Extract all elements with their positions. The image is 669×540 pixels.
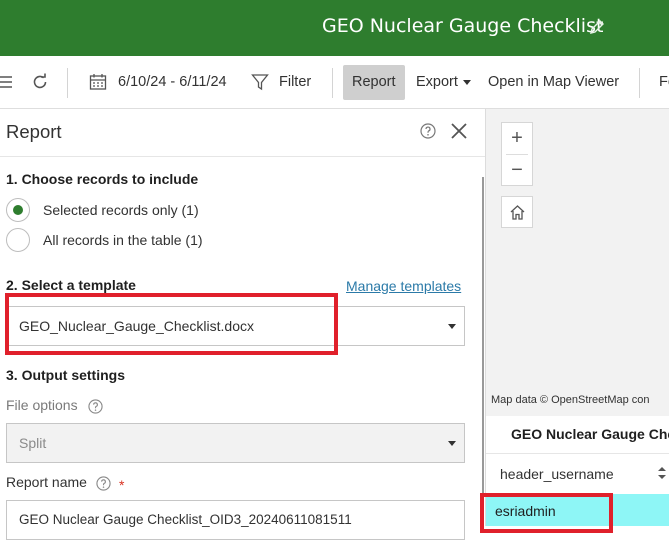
caret-down-icon bbox=[462, 79, 471, 85]
pencil-icon[interactable] bbox=[588, 18, 606, 36]
calendar-icon[interactable] bbox=[89, 73, 107, 91]
file-options-label: File options bbox=[6, 397, 78, 413]
column-header-label[interactable]: header_username bbox=[500, 466, 614, 482]
caret-down-icon bbox=[448, 441, 456, 446]
zoom-out-button[interactable]: − bbox=[502, 155, 532, 186]
help-icon[interactable] bbox=[88, 399, 103, 414]
manage-templates-link[interactable]: Manage templates bbox=[346, 278, 461, 294]
caret-down-icon bbox=[448, 324, 456, 329]
file-options-value: Split bbox=[19, 435, 47, 451]
help-icon[interactable] bbox=[96, 476, 111, 491]
home-button[interactable] bbox=[501, 196, 533, 228]
filter-button[interactable]: Filter bbox=[279, 65, 311, 100]
refresh-icon[interactable] bbox=[31, 73, 49, 91]
panel-title: Report bbox=[6, 121, 62, 142]
date-range-button[interactable]: 6/10/24 - 6/11/24 bbox=[118, 65, 227, 100]
report-name-input[interactable]: GEO Nuclear Gauge Checklist_OID3_2024061… bbox=[6, 500, 465, 540]
panel-scrollbar[interactable] bbox=[482, 177, 484, 526]
help-icon[interactable] bbox=[420, 123, 436, 139]
file-options-select[interactable]: Split bbox=[6, 423, 465, 463]
template-select[interactable]: GEO_Nuclear_Gauge_Checklist.docx bbox=[6, 306, 465, 346]
report-name-label: Report name bbox=[6, 474, 87, 490]
report-button[interactable]: Report bbox=[343, 65, 405, 100]
radio-selected-records-label[interactable]: Selected records only (1) bbox=[43, 202, 199, 218]
filter-icon[interactable] bbox=[251, 73, 269, 91]
app-title: GEO Nuclear Gauge Checklist bbox=[322, 15, 604, 37]
section-output-settings: 3. Output settings bbox=[6, 367, 125, 383]
required-indicator: * bbox=[119, 477, 125, 493]
export-label: Export bbox=[416, 74, 458, 90]
section-choose-records: 1. Choose records to include bbox=[6, 171, 199, 187]
close-icon[interactable] bbox=[450, 122, 468, 140]
panel-header: Report bbox=[0, 109, 485, 157]
toolbar: 6/10/24 - 6/11/24 Filter Report Export O… bbox=[0, 56, 669, 109]
zoom-controls: + − bbox=[501, 122, 533, 186]
zoom-in-button[interactable]: + bbox=[502, 123, 532, 154]
section-select-template: 2. Select a template bbox=[6, 277, 136, 293]
template-select-value: GEO_Nuclear_Gauge_Checklist.docx bbox=[19, 318, 255, 334]
home-icon bbox=[510, 205, 525, 220]
sort-icon[interactable] bbox=[657, 466, 667, 480]
map-attribution: Map data © OpenStreetMap con bbox=[491, 394, 650, 406]
table-cell[interactable]: esriadmin bbox=[495, 503, 556, 519]
toolbar-divider bbox=[332, 68, 333, 98]
overflow-toolbar-item[interactable]: Fe bbox=[659, 65, 669, 100]
menu-icon[interactable] bbox=[0, 75, 14, 89]
radio-all-records[interactable] bbox=[6, 228, 30, 252]
radio-all-records-label[interactable]: All records in the table (1) bbox=[43, 232, 203, 248]
radio-selected-records[interactable] bbox=[6, 198, 30, 222]
toolbar-divider bbox=[67, 68, 68, 98]
toolbar-divider bbox=[639, 68, 640, 98]
table-title: GEO Nuclear Gauge Che bbox=[511, 426, 669, 442]
app-header: GEO Nuclear Gauge Checklist bbox=[0, 0, 669, 56]
export-button[interactable]: Export bbox=[416, 65, 471, 100]
open-in-map-viewer-button[interactable]: Open in Map Viewer bbox=[488, 65, 619, 100]
